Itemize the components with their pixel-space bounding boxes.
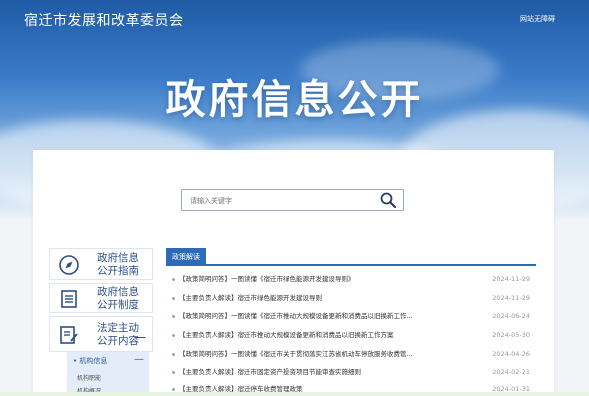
news-date: 2024-02-21 [492, 368, 530, 376]
sidebar-item-statutory-content[interactable]: 法定主动 公开内容 — [49, 316, 153, 352]
bullet-icon [172, 297, 175, 300]
list-item[interactable]: 【主要负责人解读】宿迁市绿色能源开发建设导则 2024-11-29 [172, 292, 536, 305]
news-title[interactable]: 【政策简明问答】一图读懂《宿迁市关于贯彻落实江苏省机动车停放服务收费管... [179, 348, 479, 361]
news-date: 2024-04-26 [492, 350, 530, 358]
search-icon[interactable] [379, 191, 397, 209]
list-item[interactable]: 【主要负责人解读】宿迁市推动大规模设备更新和消费品以旧换新工作方案 2024-0… [172, 329, 536, 342]
news-date: 2024-06-24 [492, 312, 530, 320]
sidebar-item-disclosure-guide[interactable]: 政府信息 公开指南 [49, 248, 153, 280]
tab-policy-interpretation[interactable]: 政策解读 [166, 248, 206, 266]
subnav-heading-org-info[interactable]: • 机构信息 [73, 356, 107, 366]
news-title[interactable]: 【主要负责人解读】宿迁市推动大规模设备更新和消费品以旧换新工作方案 [179, 329, 479, 342]
news-date: 2024-05-30 [492, 331, 530, 339]
document-edit-icon [60, 326, 78, 344]
news-title[interactable]: 【政策简明问答】一图读懂《宿迁市推动大规模设备更新和消费品以旧换新工作... [179, 310, 479, 323]
collapse-icon[interactable]: — [134, 354, 144, 365]
news-section: 政策解读 【政策简明问答】一图读懂《宿迁市绿色能源开发建设导则》 2024-11… [166, 248, 536, 396]
sidebar-item-label: 政府信息 公开制度 [97, 286, 139, 311]
bullet-icon [172, 388, 175, 391]
tab-bar: 政策解读 [166, 248, 536, 266]
news-date: 2024-11-29 [492, 294, 530, 302]
search-box [181, 189, 404, 211]
sidebar-item-label: 政府信息 公开指南 [97, 252, 139, 277]
page-title: 政府信息公开 [165, 77, 424, 123]
bullet-icon [172, 353, 175, 356]
subnav-item-functions[interactable]: 机构职能 [77, 373, 101, 382]
site-name[interactable]: 宿迁市发展和改革委员会 [24, 10, 184, 30]
list-item[interactable]: 【政策简明问答】一图读懂《宿迁市推动大规模设备更新和消费品以旧换新工作... 2… [172, 310, 536, 323]
sidebar-item-disclosure-system[interactable]: 政府信息 公开制度 [49, 283, 153, 313]
bullet-icon [172, 334, 175, 337]
list-item[interactable]: 【主要负责人解读】宿迁市固定资产投资项目节能审查实施细则 2024-02-21 [172, 366, 536, 379]
footer-strip [0, 392, 589, 396]
bullet-icon [172, 315, 175, 318]
bullet-icon [172, 371, 175, 374]
news-title[interactable]: 【政策简明问答】一图读懂《宿迁市绿色能源开发建设导则》 [179, 273, 479, 286]
news-title[interactable]: 【主要负责人解读】宿迁市绿色能源开发建设导则 [179, 292, 479, 305]
accessibility-link[interactable]: 网站无障碍 [520, 14, 555, 24]
compass-icon [59, 255, 79, 275]
news-title[interactable]: 【主要负责人解读】宿迁市固定资产投资项目节能审查实施细则 [179, 366, 479, 379]
sidebar-subnav: • 机构信息 — 机构职能 机构概况 [67, 352, 149, 396]
collapse-icon[interactable]: — [134, 330, 146, 344]
news-date: 2024-11-29 [492, 275, 530, 283]
search-input[interactable] [190, 193, 370, 208]
bullet-icon [172, 278, 175, 281]
document-list-icon [61, 290, 77, 308]
list-item[interactable]: 【政策简明问答】一图读懂《宿迁市关于贯彻落实江苏省机动车停放服务收费管... 2… [172, 348, 536, 361]
list-item[interactable]: 【政策简明问答】一图读懂《宿迁市绿色能源开发建设导则》 2024-11-29 [172, 273, 536, 286]
